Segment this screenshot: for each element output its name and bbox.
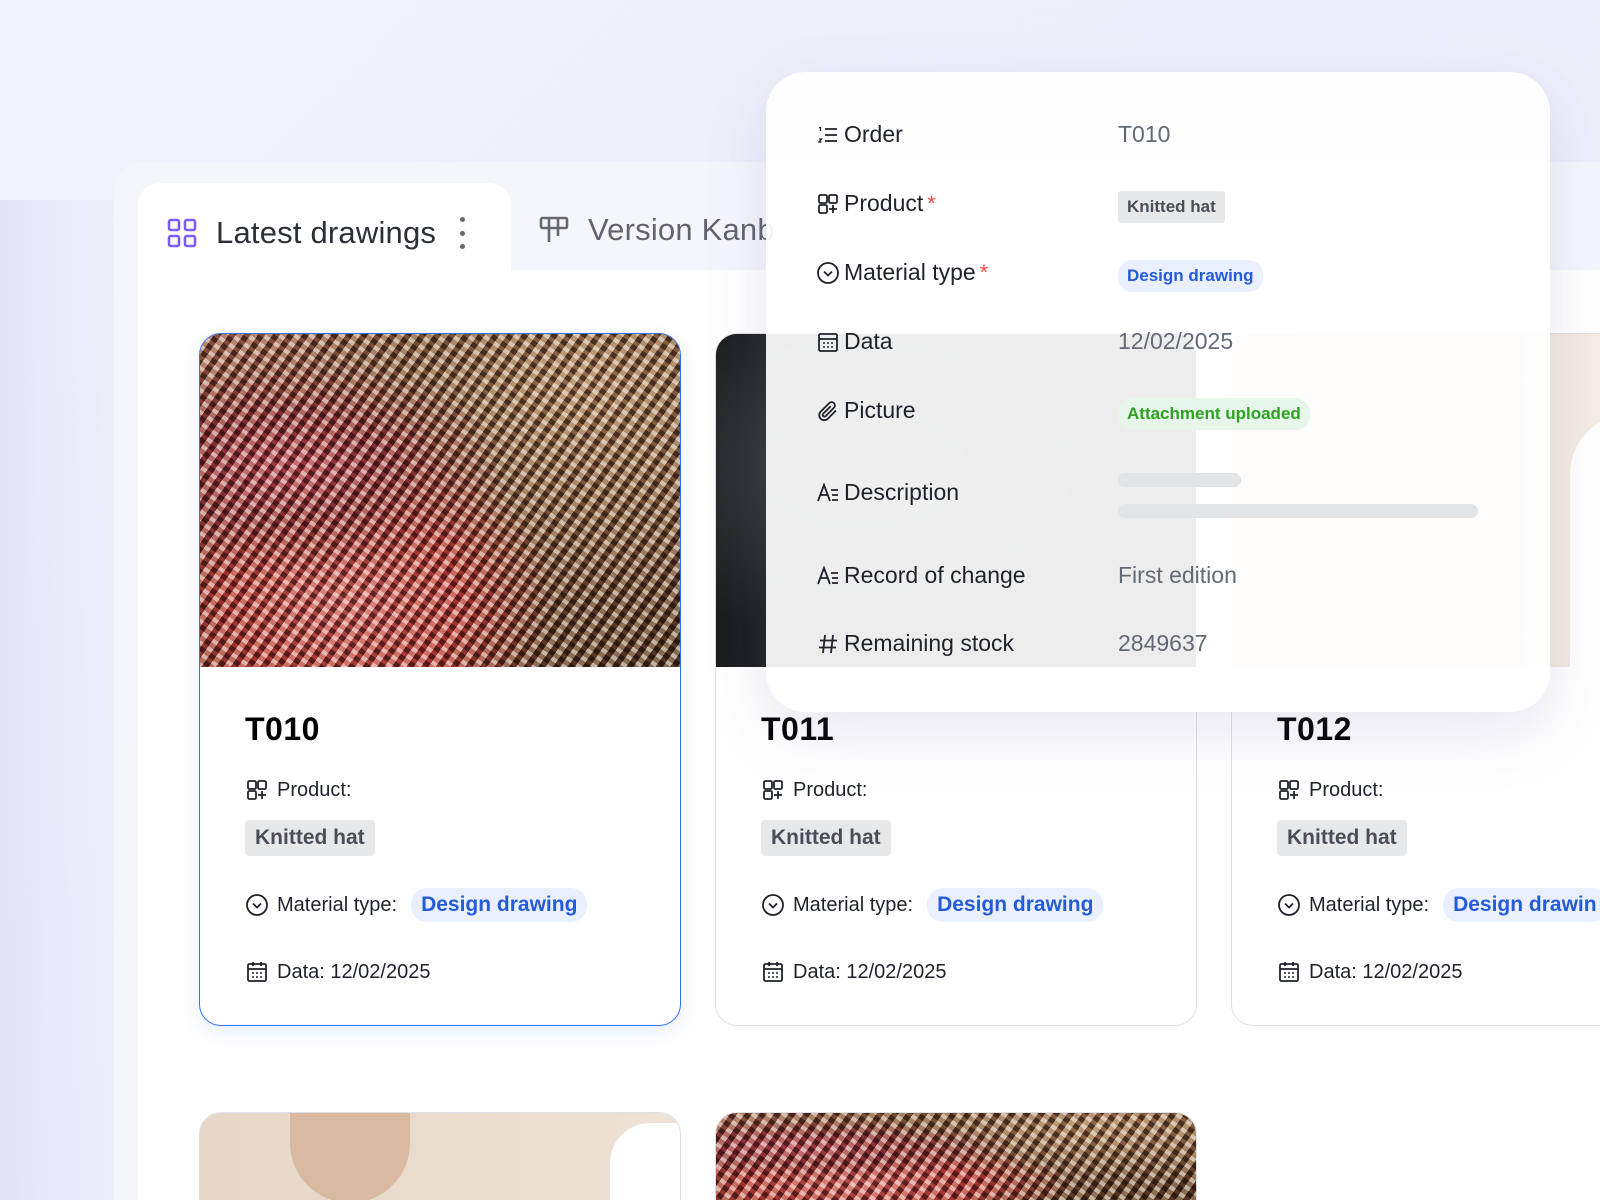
stock-value[interactable]: 2849637 xyxy=(1118,630,1208,657)
required-mark: * xyxy=(927,190,936,216)
product-tag[interactable]: Knitted hat xyxy=(1118,191,1225,223)
detail-row-record: Record of change xyxy=(816,562,1026,589)
date-field: Data: 12/02/2025 xyxy=(761,960,1151,984)
chevron-circle-icon xyxy=(816,261,840,285)
product-icon xyxy=(1277,778,1301,802)
material-field: Material type: Design drawin xyxy=(1277,888,1600,922)
detail-label: Product xyxy=(844,190,924,216)
product-label: Product: xyxy=(277,778,352,801)
material-label: Material type: xyxy=(793,893,914,916)
description-skeleton-line xyxy=(1118,473,1241,487)
required-mark: * xyxy=(979,259,989,285)
detail-label: Description xyxy=(844,479,960,505)
detail-row-description: Description xyxy=(816,479,959,506)
product-field: Product: xyxy=(245,778,635,802)
material-field: Material type: Design drawing xyxy=(245,888,635,922)
detail-label: Data xyxy=(844,328,893,354)
product-field: Product: xyxy=(761,778,1151,802)
material-tag: Design drawing xyxy=(411,888,588,922)
record-detail-popover xyxy=(766,72,1550,712)
date-value[interactable]: 12/02/2025 xyxy=(1118,328,1233,355)
detail-row-date: Data xyxy=(816,328,893,355)
date-field: Data: 12/02/2025 xyxy=(245,960,635,984)
card-title: T010 xyxy=(245,711,320,747)
ordered-list-icon xyxy=(816,123,840,147)
material-tag: Design drawin xyxy=(1443,888,1600,922)
product-icon xyxy=(816,192,840,216)
product-icon xyxy=(245,778,269,802)
card-cover-image xyxy=(716,1113,1196,1200)
grid-icon xyxy=(166,217,198,249)
detail-label: Material type xyxy=(844,259,976,285)
material-label: Material type: xyxy=(1309,893,1430,916)
detail-row-picture: Picture xyxy=(816,397,916,424)
detail-row-material: Material type * xyxy=(816,259,988,286)
gallery-card[interactable] xyxy=(199,1112,681,1200)
chevron-circle-icon xyxy=(245,893,269,917)
paperclip-icon xyxy=(816,399,840,423)
material-tag: Design drawing xyxy=(927,888,1104,922)
tab-label: Version Kanb xyxy=(588,212,775,247)
gallery-card[interactable] xyxy=(715,1112,1197,1200)
record-value[interactable]: First edition xyxy=(1118,562,1237,589)
detail-label: Order xyxy=(844,121,903,147)
calendar-icon xyxy=(761,960,785,984)
card-title: T012 xyxy=(1277,711,1352,747)
material-label: Material type: xyxy=(277,893,398,916)
description-skeleton-line xyxy=(1118,504,1478,518)
detail-row-stock: Remaining stock xyxy=(816,630,1014,657)
hash-icon xyxy=(816,632,840,656)
card-cover-image xyxy=(200,334,680,667)
detail-row-product: Product * xyxy=(816,190,936,217)
detail-label: Remaining stock xyxy=(844,630,1015,656)
product-label: Product: xyxy=(793,778,868,801)
card-title: T011 xyxy=(761,711,835,747)
product-icon xyxy=(761,778,785,802)
product-tag: Knitted hat xyxy=(1277,820,1407,856)
date-text: Data: 12/02/2025 xyxy=(277,960,431,983)
material-field: Material type: Design drawing xyxy=(761,888,1151,922)
date-field: Data: 12/02/2025 xyxy=(1277,960,1585,984)
calendar-icon xyxy=(1277,960,1301,984)
tab-version-kanban[interactable]: Version Kanb xyxy=(530,190,775,270)
tab-latest-drawings[interactable]: Latest drawings xyxy=(138,183,511,283)
order-value: T010 xyxy=(1118,121,1171,147)
kanban-icon xyxy=(538,214,570,246)
date-text: Data: 12/02/2025 xyxy=(1309,960,1463,983)
product-tag: Knitted hat xyxy=(245,820,375,856)
calendar-icon xyxy=(245,960,269,984)
product-label: Product: xyxy=(1309,778,1384,801)
gallery-card[interactable]: T010 Product: Knitted hat Material type:… xyxy=(199,333,681,1026)
text-field-icon xyxy=(816,564,840,588)
attachment-status-tag[interactable]: Attachment uploaded xyxy=(1118,398,1310,430)
material-tag[interactable]: Design drawing xyxy=(1118,260,1263,292)
detail-row-order: Order xyxy=(816,121,903,148)
date-text: Data: 12/02/2025 xyxy=(793,960,947,983)
more-options-icon[interactable] xyxy=(458,217,466,249)
text-field-icon xyxy=(816,481,840,505)
chevron-circle-icon xyxy=(761,893,785,917)
tab-label: Latest drawings xyxy=(216,215,437,250)
product-tag: Knitted hat xyxy=(761,820,891,856)
card-cover-image xyxy=(290,1113,410,1200)
chevron-circle-icon xyxy=(1277,893,1301,917)
product-field: Product: xyxy=(1277,778,1585,802)
detail-label: Record of change xyxy=(844,562,1026,588)
detail-label: Picture xyxy=(844,397,916,423)
calendar-icon xyxy=(816,330,840,354)
